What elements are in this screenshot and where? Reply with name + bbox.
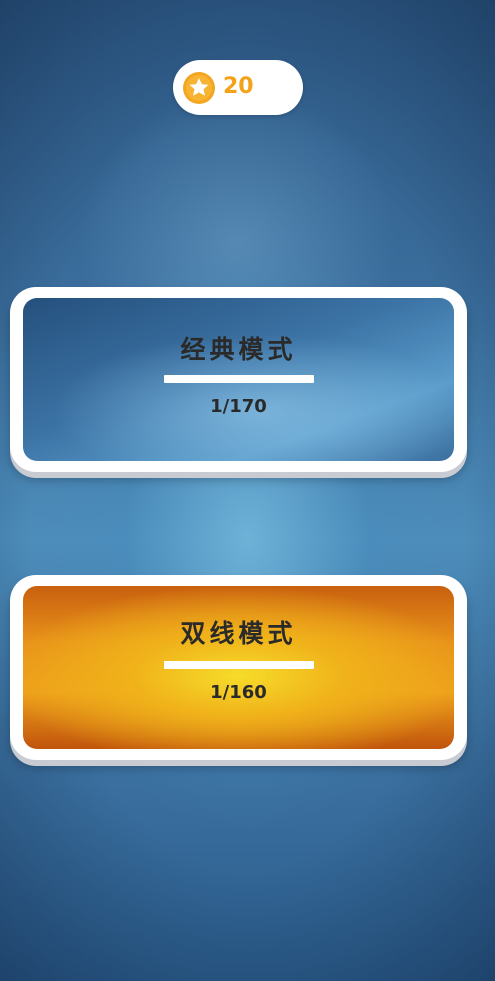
classic-mode-panel: 经典模式 1/170 [23,298,454,461]
double-line-mode-button[interactable]: 双线模式 1/160 [10,575,467,760]
coin-count: 20 [223,74,254,99]
classic-mode-progress: 1/170 [210,396,267,417]
double-line-mode-progress-bar [164,661,314,669]
classic-mode-progress-bar [164,375,314,383]
double-line-mode-title: 双线模式 [180,619,297,648]
star-coin-icon [183,72,215,104]
classic-mode-title: 经典模式 [180,335,297,364]
background-vignette [0,0,495,981]
coin-counter: 20 [173,60,303,115]
double-line-mode-progress: 1/160 [210,682,267,703]
double-line-mode-panel: 双线模式 1/160 [23,586,454,749]
classic-mode-button[interactable]: 经典模式 1/170 [10,287,467,472]
